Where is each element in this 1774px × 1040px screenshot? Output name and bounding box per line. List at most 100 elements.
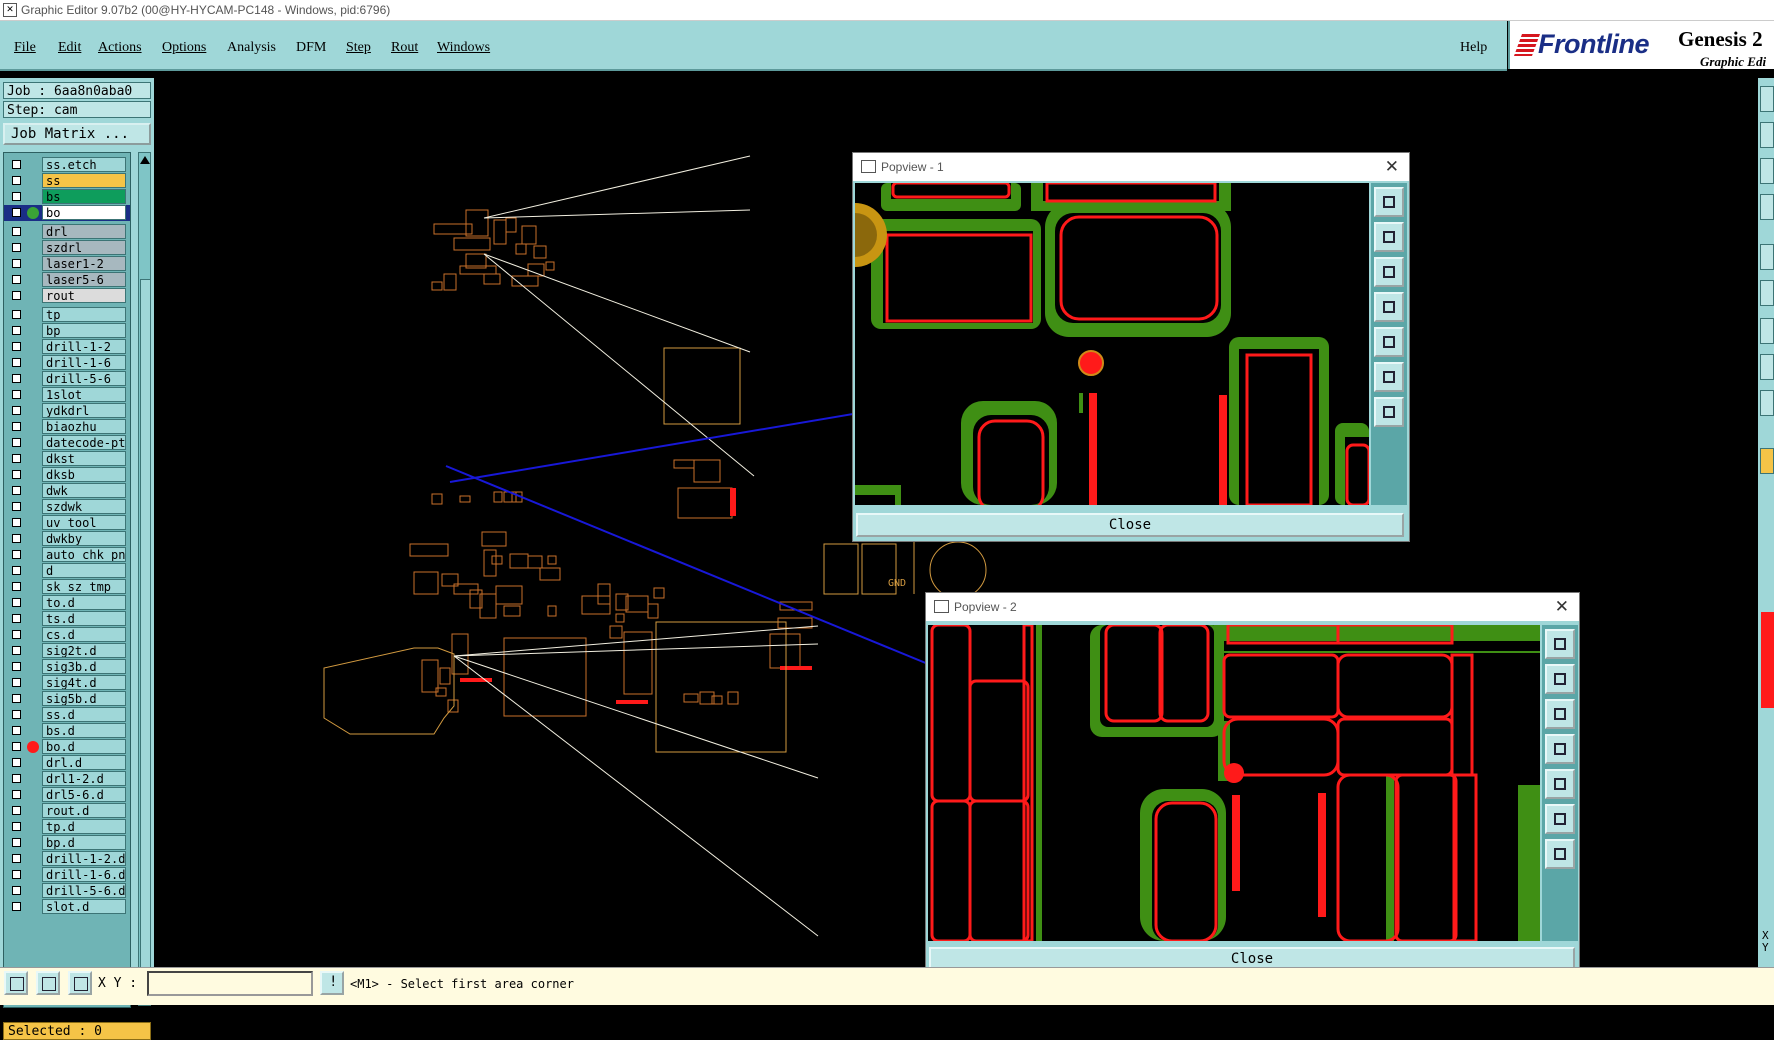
layer-row[interactable]: ss.etch (4, 157, 130, 173)
layer-name[interactable]: datecode-pt (42, 435, 126, 450)
layer-checkbox[interactable] (12, 710, 21, 719)
layer-name[interactable]: slot.d (42, 899, 126, 914)
layer-name[interactable]: bp (42, 323, 126, 338)
zoom-fit-button[interactable] (1374, 187, 1404, 217)
tool-button[interactable] (1760, 244, 1774, 270)
layer-name[interactable]: drill-5-6.d (42, 883, 126, 898)
layer-row[interactable]: dkst (4, 451, 130, 467)
layer-checkbox[interactable] (12, 374, 21, 383)
scroll-up-arrow-icon[interactable] (140, 156, 150, 164)
layer-row[interactable]: drill-1-6 (4, 355, 130, 371)
pan-up-button[interactable] (1545, 664, 1575, 694)
menu-help[interactable]: Help (1460, 40, 1487, 56)
layer-checkbox[interactable] (12, 582, 21, 591)
menu-analysis[interactable]: Analysis (227, 40, 276, 56)
layer-row[interactable]: cs.d (4, 627, 130, 643)
layer-checkbox[interactable] (12, 438, 21, 447)
menu-dfm[interactable]: DFM (296, 40, 326, 56)
layer-row[interactable]: bo (4, 205, 130, 221)
layer-name[interactable]: bo.d◢ (42, 739, 126, 754)
layer-checkbox[interactable] (12, 358, 21, 367)
layer-checkbox[interactable] (12, 326, 21, 335)
pan-down-button[interactable] (1545, 699, 1575, 729)
layer-name[interactable]: szdrl (42, 240, 126, 255)
menu-options[interactable]: Options (162, 40, 206, 56)
layer-checkbox[interactable] (12, 502, 21, 511)
layer-name[interactable]: sig2t.d (42, 643, 126, 658)
layer-checkbox[interactable] (12, 390, 21, 399)
layer-name[interactable]: sig4t.d (42, 675, 126, 690)
layer-checkbox[interactable] (12, 694, 21, 703)
layer-row[interactable]: dksb (4, 467, 130, 483)
layer-row[interactable]: auto_chk_pn (4, 547, 130, 563)
layer-checkbox[interactable] (12, 758, 21, 767)
layer-checkbox[interactable] (12, 342, 21, 351)
layer-list[interactable]: ss.etch ss bs bo drl szdrl laser1-2 laser5-6 rou… (3, 152, 131, 1008)
layer-name[interactable]: drill-1-2.d (42, 851, 126, 866)
layer-row[interactable]: szdrl (4, 240, 130, 256)
zoom-out-button[interactable] (1374, 397, 1404, 427)
layer-row[interactable]: drill-5-6.d (4, 883, 130, 899)
layer-name[interactable]: drl (42, 224, 126, 239)
layer-checkbox[interactable] (12, 534, 21, 543)
layer-row[interactable]: rout (4, 288, 130, 304)
layer-row[interactable]: biaozhu (4, 419, 130, 435)
layer-checkbox[interactable] (12, 854, 21, 863)
layer-name[interactable]: ydkdrl (42, 403, 126, 418)
layer-checkbox[interactable] (12, 902, 21, 911)
tool-button[interactable] (1760, 280, 1774, 306)
popview-1-view[interactable] (855, 183, 1369, 505)
layer-row[interactable]: drl1-2.d (4, 771, 130, 787)
layer-name[interactable]: tp (42, 307, 126, 322)
layer-checkbox[interactable] (12, 275, 21, 284)
layer-name[interactable]: to.d◢ (42, 595, 126, 610)
layer-checkbox[interactable] (12, 208, 21, 217)
layer-row[interactable]: sig2t.d (4, 643, 130, 659)
layer-name[interactable]: bs.d (42, 723, 126, 738)
layer-checkbox[interactable] (12, 259, 21, 268)
layer-checkbox[interactable] (12, 550, 21, 559)
scroll-thumb[interactable] (140, 279, 151, 981)
layer-checkbox[interactable] (12, 774, 21, 783)
layer-checkbox[interactable] (12, 838, 21, 847)
menu-windows[interactable]: Windows (437, 40, 490, 56)
layer-name[interactable]: drl5-6.d (42, 787, 126, 802)
layer-row[interactable]: to.d◢ (4, 595, 130, 611)
layer-row[interactable]: ts.d (4, 611, 130, 627)
layer-checkbox[interactable] (12, 470, 21, 479)
menu-step[interactable]: Step (346, 40, 371, 56)
layer-name[interactable]: biaozhu (42, 419, 126, 434)
layer-checkbox[interactable] (12, 566, 21, 575)
layer-name[interactable]: sk_sz_tmp (42, 579, 126, 594)
layer-row[interactable]: sig4t.d (4, 675, 130, 691)
layer-row[interactable]: ss.d (4, 707, 130, 723)
layer-checkbox[interactable] (12, 822, 21, 831)
layer-name[interactable]: drill-1-6 (42, 355, 126, 370)
layer-row[interactable]: drl.d (4, 755, 130, 771)
zoom-in-button[interactable] (1545, 804, 1575, 834)
layer-name[interactable]: cs.d (42, 627, 126, 642)
layer-name[interactable]: drill-1-2 (42, 339, 126, 354)
tool-button[interactable] (1760, 122, 1774, 148)
layer-checkbox[interactable] (12, 790, 21, 799)
layer-checkbox[interactable] (12, 176, 21, 185)
layer-name[interactable]: sig5b.d (42, 691, 126, 706)
pan-down-button[interactable] (1374, 257, 1404, 287)
layer-row[interactable]: tp (4, 307, 130, 323)
layer-row[interactable]: bs.d (4, 723, 130, 739)
layer-row[interactable]: drill-1-6.d (4, 867, 130, 883)
layer-name[interactable]: rout.d (42, 803, 126, 818)
close-icon[interactable]: ✕ (1555, 593, 1569, 621)
layer-row[interactable]: ss (4, 173, 130, 189)
tool-button[interactable] (1760, 448, 1774, 474)
layer-row[interactable]: laser1-2 (4, 256, 130, 272)
layer-name[interactable]: szdwk (42, 499, 126, 514)
layer-row[interactable]: sig3b.d (4, 659, 130, 675)
layer-row[interactable]: bs (4, 189, 130, 205)
tool-button[interactable] (1760, 158, 1774, 184)
layer-checkbox[interactable] (12, 406, 21, 415)
popview-1-close-button[interactable]: Close (856, 513, 1404, 537)
layer-row[interactable]: ydkdrl (4, 403, 130, 419)
layer-checkbox[interactable] (12, 646, 21, 655)
layer-row[interactable]: slot.d (4, 899, 130, 915)
